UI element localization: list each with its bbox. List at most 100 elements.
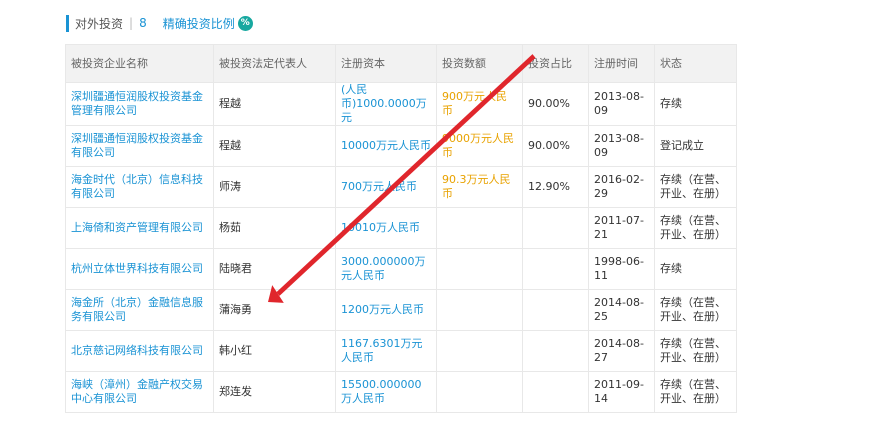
invest-ratio: 12.90% (528, 180, 570, 193)
table-cell: 存续（在营、开业、在册） (654, 166, 737, 208)
table-cell (436, 248, 523, 290)
table-cell: 存续（在营、开业、在册） (654, 371, 737, 413)
reg-date: 2014-08-25 (594, 296, 644, 323)
table-cell: 2013-08-09 (588, 125, 655, 167)
company-name-link[interactable]: 海峡（漳州）金融产权交易中心有限公司 (71, 378, 203, 405)
col-legal-rep: 被投资法定代表人 (213, 44, 336, 83)
table-cell (436, 207, 523, 249)
table-cell: 海峡（漳州）金融产权交易中心有限公司 (65, 371, 214, 413)
table-cell: 存续（在营、开业、在册） (654, 330, 737, 372)
table-cell: 2011-07-21 (588, 207, 655, 249)
table-cell: 深圳疆通恒润股权投资基金管理有限公司 (65, 82, 214, 126)
reg-capital: 3000.000000万元人民币 (341, 255, 426, 282)
status-text: 存续（在营、开业、在册） (660, 296, 726, 323)
reg-date: 1998-06-11 (594, 255, 644, 282)
table-cell: 1998-06-11 (588, 248, 655, 290)
legal-rep-name: 郑连发 (219, 385, 252, 398)
table-cell (522, 330, 589, 372)
legal-rep-name: 韩小红 (219, 344, 252, 357)
table-cell: 2013-08-09 (588, 82, 655, 126)
percent-icon[interactable]: % (237, 15, 253, 31)
legal-rep-name: 师涛 (219, 180, 241, 193)
table-cell: 师涛 (213, 166, 336, 208)
table-header-row: 被投资企业名称 被投资法定代表人 注册资本 投资数额 投资占比 注册时间 状态 (65, 44, 737, 83)
investment-count: 8 (139, 16, 147, 30)
table-cell: 2014-08-27 (588, 330, 655, 372)
invest-ratio: 90.00% (528, 97, 570, 110)
invest-amount: 900万元人民币 (442, 90, 507, 117)
company-name-link[interactable]: 深圳疆通恒润股权投资基金有限公司 (71, 132, 203, 159)
table-cell: 900万元人民币 (436, 82, 523, 126)
table-cell: 杨茹 (213, 207, 336, 249)
status-text: 存续 (660, 262, 682, 275)
section-title: 对外投资 (75, 16, 124, 31)
reg-date: 2016-02-29 (594, 173, 644, 200)
header-separator: | (129, 16, 134, 30)
table-cell (522, 207, 589, 249)
table-cell (522, 289, 589, 331)
company-name-link[interactable]: 海金时代（北京）信息科技有限公司 (71, 173, 203, 200)
status-text: 登记成立 (660, 139, 704, 152)
status-text: 存续 (660, 97, 682, 110)
table-cell (522, 248, 589, 290)
table-cell: 90.00% (522, 125, 589, 167)
legal-rep-name: 杨茹 (219, 221, 241, 234)
status-text: 存续（在营、开业、在册） (660, 173, 726, 200)
table-row: 北京慈记网络科技有限公司 韩小红 1167.6301万元人民币 2014-08-27 存… (65, 330, 737, 372)
table-cell: 韩小红 (213, 330, 336, 372)
reg-date: 2011-09-14 (594, 378, 644, 405)
table-row: 海金时代（北京）信息科技有限公司 师涛 700万元人民币 90.3万元人民币 12.90… (65, 166, 737, 208)
table-cell: 700万元人民币 (335, 166, 437, 208)
table-cell: 登记成立 (654, 125, 737, 167)
reg-date: 2014-08-27 (594, 337, 644, 364)
reg-date: 2013-08-09 (594, 132, 644, 159)
company-name-link[interactable]: 海金所（北京）金融信息服务有限公司 (71, 296, 203, 323)
table-row: 海金所（北京）金融信息服务有限公司 蒲海勇 1200万元人民币 2014-08-25 存… (65, 289, 737, 331)
col-status: 状态 (654, 44, 737, 83)
status-text: 存续（在营、开业、在册） (660, 337, 726, 364)
legal-rep-name: 陆晓君 (219, 262, 252, 275)
table-cell: 存续（在营、开业、在册） (654, 207, 737, 249)
section-accent-bar (66, 14, 69, 32)
section-header: 对外投资 | 8 精确投资比例 % (66, 14, 253, 32)
company-name-link[interactable]: 深圳疆通恒润股权投资基金管理有限公司 (71, 90, 203, 117)
status-text: 存续（在营、开业、在册） (660, 378, 726, 405)
table-row: 杭州立体世界科技有限公司 陆晓君 3000.000000万元人民币 1998-06-1… (65, 248, 737, 290)
col-company-name: 被投资企业名称 (65, 44, 214, 83)
table-cell (436, 330, 523, 372)
company-name-link[interactable]: 杭州立体世界科技有限公司 (71, 262, 203, 275)
company-name-link[interactable]: 上海倚和资产管理有限公司 (71, 221, 203, 234)
table-cell (436, 371, 523, 413)
table-cell: 12.90% (522, 166, 589, 208)
table-cell: 10000万元人民币 (335, 125, 437, 167)
reg-date: 2011-07-21 (594, 214, 644, 241)
legal-rep-name: 程越 (219, 139, 241, 152)
table-cell: 北京慈记网络科技有限公司 (65, 330, 214, 372)
table-cell: 2016-02-29 (588, 166, 655, 208)
table-cell: 存续 (654, 82, 737, 126)
invest-amount: 9000万元人民币 (442, 132, 514, 159)
table-row: 海峡（漳州）金融产权交易中心有限公司 郑连发 15500.000000万人民币 201… (65, 371, 737, 413)
reg-capital: 15500.000000万人民币 (341, 378, 422, 405)
table-cell (522, 371, 589, 413)
reg-capital: 1167.6301万元人民币 (341, 337, 423, 364)
table-cell: 90.3万元人民币 (436, 166, 523, 208)
table-cell: (人民币)1000.0000万元 (335, 82, 437, 126)
table-cell: 深圳疆通恒润股权投资基金有限公司 (65, 125, 214, 167)
reg-date: 2013-08-09 (594, 90, 644, 117)
precise-ratio-link[interactable]: 精确投资比例 (163, 15, 235, 32)
table-cell: 海金时代（北京）信息科技有限公司 (65, 166, 214, 208)
table-cell: 2014-08-25 (588, 289, 655, 331)
legal-rep-name: 程越 (219, 97, 241, 110)
table-cell: 存续（在营、开业、在册） (654, 289, 737, 331)
table-cell: 蒲海勇 (213, 289, 336, 331)
company-name-link[interactable]: 北京慈记网络科技有限公司 (71, 344, 203, 357)
reg-capital: 10010万人民币 (341, 221, 420, 234)
legal-rep-name: 蒲海勇 (219, 303, 252, 316)
table-cell: 陆晓君 (213, 248, 336, 290)
table-cell: 程越 (213, 125, 336, 167)
status-text: 存续（在营、开业、在册） (660, 214, 726, 241)
reg-capital: (人民币)1000.0000万元 (341, 83, 427, 125)
table-cell: 15500.000000万人民币 (335, 371, 437, 413)
table-cell: 郑连发 (213, 371, 336, 413)
